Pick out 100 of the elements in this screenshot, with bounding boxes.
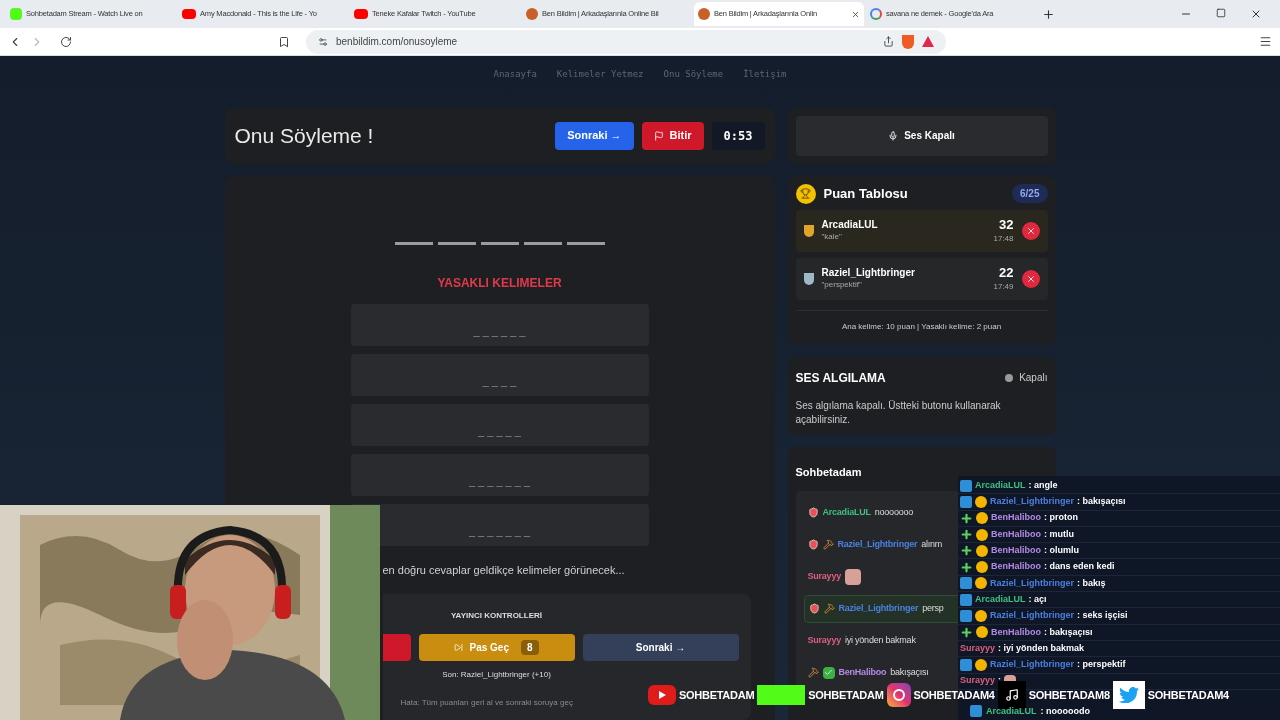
reload-icon[interactable]: [60, 35, 72, 48]
progress-badge: 6/25: [1012, 184, 1048, 203]
block-logo-icon: [757, 685, 806, 705]
overlay-username: Raziel_Lightbringer: [990, 609, 1074, 623]
play-logo-icon: [354, 9, 368, 19]
skip-icon: [454, 643, 464, 652]
overlay-text: : bakış: [1077, 576, 1106, 590]
medal-icon: [803, 224, 814, 237]
play-logo-icon: [648, 685, 676, 705]
score-time: 17:48: [993, 233, 1014, 244]
overlay-text: : seks işçisi: [1077, 609, 1128, 623]
note-logo-icon: [997, 681, 1026, 709]
chat-username: BenHaliboo: [838, 665, 887, 679]
overlay-text: : açı: [1028, 592, 1047, 606]
maximize-icon[interactable]: [1216, 8, 1226, 18]
microphone-icon: [888, 130, 899, 141]
forbidden-word-slot: _ _ _ _ _ _ _: [350, 453, 649, 496]
shield-icon: [807, 507, 819, 518]
overlay-username: Surayyy: [960, 641, 996, 655]
chat-username: Raziel_Lightbringer: [838, 601, 919, 615]
overlay-text: : nooooodo: [1040, 704, 1090, 718]
overlay-text: : perspektif: [1077, 658, 1126, 672]
check-icon: [822, 666, 835, 679]
emote-icon: [844, 568, 861, 585]
sound-button[interactable]: Ses Kapalı: [795, 115, 1048, 156]
overlay-text: :: [998, 674, 1002, 688]
player-word: "kale": [821, 231, 843, 242]
url-text: benbildim.com/onusoyleme: [336, 35, 458, 49]
overlay-text: : bakışaçısı: [1077, 495, 1126, 509]
overlay-text: : bakışaçısı: [1044, 625, 1093, 639]
coin-badge-icon: [975, 610, 987, 622]
finish-button[interactable]: Bitir: [641, 121, 704, 150]
shield-icon: [808, 603, 820, 614]
points-info: Ana kelime: 10 puan | Yasaklı kelime: 2 puan: [841, 320, 1002, 333]
coin-badge-icon: [976, 561, 988, 574]
overlay-text: : iyi yönden bakmak: [998, 641, 1085, 655]
overlay-username: BenHaliboo: [991, 625, 1041, 639]
overlay-text: : angle: [1028, 478, 1058, 492]
overlay-username: Raziel_Lightbringer: [990, 658, 1074, 672]
page-title: Onu Söyleme !: [234, 122, 374, 149]
player-score: 22: [999, 265, 1014, 282]
overlay-username: BenHaliboo: [991, 544, 1041, 558]
address-field[interactable]: benbildim.com/onusoyleme: [306, 29, 946, 54]
forbidden-word-slot: _ _ _ _ _ _: [350, 303, 649, 346]
overlay-username: Surayyy: [960, 674, 996, 688]
play-logo-icon: [182, 9, 196, 19]
close-icon[interactable]: [1250, 8, 1262, 20]
bookmark-icon[interactable]: [278, 35, 290, 48]
end-button[interactable]: [382, 634, 411, 661]
pass-count: 8: [520, 640, 539, 655]
tab-logo-icon: [10, 8, 22, 20]
trophy-icon: [795, 183, 816, 204]
new-tab-icon[interactable]: [1042, 7, 1055, 21]
panel-title: YAYINCI KONTROLLERİ: [451, 610, 542, 622]
menu-icon[interactable]: [1259, 35, 1272, 48]
chat-text: bakışaçısı: [890, 665, 929, 679]
pass-button[interactable]: Pas Geç 8: [418, 634, 575, 661]
hammer-icon: [822, 539, 834, 550]
hammer-icon: [807, 667, 819, 678]
overlay-text: : mutlu: [1044, 527, 1074, 541]
chat-username: ArcadiaLUL: [822, 505, 871, 519]
forbidden-word-slot: _ _ _ _ _: [350, 403, 649, 446]
voice-status: Kapalı: [1019, 371, 1048, 385]
coin-badge-icon: [976, 528, 988, 541]
forbidden-word-slot: _ _ _ _: [350, 353, 649, 396]
coin-badge-icon: [975, 658, 987, 671]
plus-badge-icon: [960, 560, 973, 574]
overlay-username: ArcadiaLUL: [975, 592, 1026, 606]
last-answer-text: Son: Raziel_Lightbringer (+10): [442, 669, 551, 681]
timer: 0:53: [711, 121, 765, 150]
social-handle: SOHBETADAM: [808, 687, 884, 703]
overlay-username: Raziel_Lightbringer: [990, 495, 1074, 509]
social-handle: SOHBETADAM: [679, 687, 755, 703]
next-button[interactable]: Sonraki →: [582, 634, 739, 661]
chat-text: persp: [922, 601, 944, 615]
tab-logo-icon: [698, 8, 710, 20]
next-button[interactable]: Sonraki →: [555, 121, 634, 150]
remove-button[interactable]: [1021, 221, 1040, 240]
remove-button[interactable]: [1021, 269, 1040, 288]
chat-text: alınm: [921, 537, 943, 551]
scoreboard-title: Puan Tablosu: [823, 184, 908, 203]
social-handle: SOHBETADAM8: [1028, 687, 1110, 703]
coin-badge-icon: [975, 495, 987, 508]
shield-logo-icon[interactable]: [902, 34, 914, 49]
plus-badge-icon: [960, 511, 973, 525]
coin-badge-icon: [976, 544, 988, 557]
hammer-icon: [823, 603, 835, 614]
shield-icon: [807, 539, 819, 550]
site-settings-icon[interactable]: [318, 36, 328, 47]
section-title: YASAKLI KELIMELER: [437, 274, 562, 292]
coin-badge-icon: [976, 626, 988, 639]
share-icon[interactable]: [883, 36, 894, 47]
chat-text: iyi yönden bakmak: [844, 633, 916, 647]
overlay-text: : proton: [1044, 511, 1078, 525]
close-icon: [1025, 273, 1036, 284]
tab-logo-icon: [526, 8, 538, 20]
overlay-text: : olumlu: [1044, 544, 1079, 558]
overlay-username: ArcadiaLUL: [975, 478, 1026, 492]
overlay-username: Raziel_Lightbringer: [990, 576, 1074, 590]
close-icon[interactable]: [851, 9, 860, 19]
